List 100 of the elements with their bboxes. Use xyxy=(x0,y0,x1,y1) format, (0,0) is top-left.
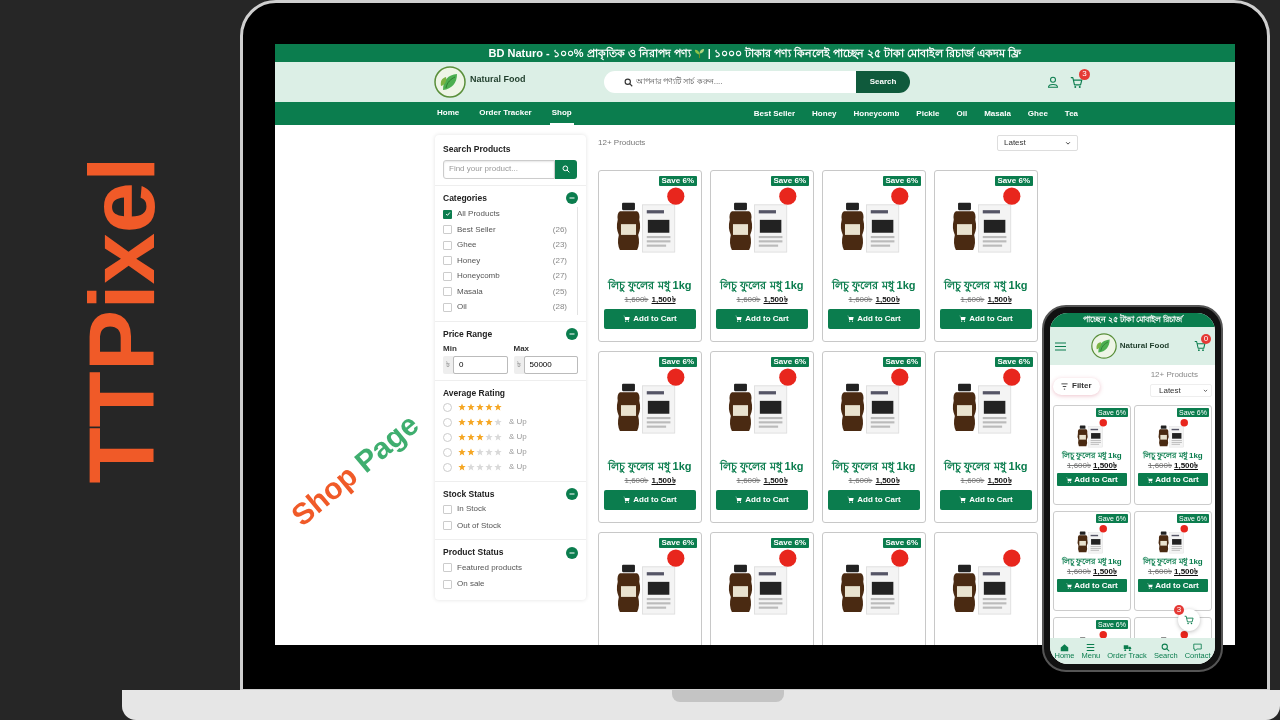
cart-icon xyxy=(1066,582,1073,589)
discount-badge: Save 6% xyxy=(658,357,697,367)
old-price: 1,600৳ xyxy=(624,474,649,487)
add-to-cart-button[interactable]: Add to Cart xyxy=(1057,579,1127,592)
checkbox[interactable] xyxy=(443,504,452,514)
price: 1,500৳ xyxy=(1093,568,1118,576)
nav-link[interactable]: Honeycomb xyxy=(853,107,900,120)
cart-icon xyxy=(623,496,631,504)
checkbox[interactable] xyxy=(443,579,452,589)
old-price: 1,600৳ xyxy=(624,293,649,306)
nav-link[interactable]: Ghee xyxy=(1027,107,1048,120)
checkbox[interactable] xyxy=(443,302,452,312)
collapse-toggle-icon[interactable] xyxy=(566,546,578,559)
add-to-cart-button[interactable]: Add to Cart xyxy=(1138,473,1208,486)
price: 1,500৳ xyxy=(1174,568,1199,576)
sort-dropdown[interactable]: Latest xyxy=(1150,384,1212,397)
checkbox[interactable] xyxy=(443,240,452,250)
nav-link[interactable]: Pickle xyxy=(916,107,940,120)
cart-icon xyxy=(847,496,855,504)
nav-link[interactable]: Oil xyxy=(956,107,968,120)
checkbox[interactable] xyxy=(443,209,452,219)
brand-title: TTPixel xyxy=(76,156,168,484)
checkbox[interactable] xyxy=(443,287,452,297)
old-price: 1,600৳ xyxy=(960,474,985,487)
option-label: Featured products xyxy=(457,561,523,574)
nav-link[interactable]: Tea xyxy=(1064,107,1079,120)
price-input[interactable]: 50000 xyxy=(523,355,578,374)
cart-badge: 0 xyxy=(1201,334,1211,344)
sort-dropdown[interactable]: Latest xyxy=(997,135,1078,151)
sprout-icon xyxy=(693,47,705,59)
add-to-cart-button[interactable]: Add to Cart xyxy=(716,489,808,510)
option-label: Masala xyxy=(457,285,484,298)
search-input[interactable]: Find your product... xyxy=(443,159,555,179)
announcement-text: | ১০০০ টাকার পণ্য কিনলেই পাচ্ছেন ২৫ টাকা মোবাইল রিচার্জ একদম ফ্রি xyxy=(707,45,1022,61)
option-label: Ghee xyxy=(457,239,478,252)
discount-badge: Save 6% xyxy=(882,357,921,367)
section-title: Price Range xyxy=(443,328,493,341)
option-count: (25) xyxy=(552,285,567,298)
old-price: 1,600৳ xyxy=(848,474,873,487)
option-count: (27) xyxy=(552,270,567,283)
checkbox[interactable] xyxy=(443,271,452,281)
nav-link[interactable]: Home xyxy=(435,102,462,125)
menu-button[interactable] xyxy=(1055,341,1066,351)
search-button[interactable] xyxy=(555,159,577,179)
nav-link[interactable]: Best Seller xyxy=(753,107,796,120)
rating-suffix: & Up xyxy=(509,416,527,428)
product-name: লিচু ফুলের মধু 1kg xyxy=(720,279,804,293)
search-button[interactable]: Search xyxy=(856,71,910,93)
nav-link[interactable]: Order Tracker xyxy=(477,102,534,125)
logo-icon xyxy=(434,66,466,98)
nav-link[interactable]: Masala xyxy=(984,107,1011,120)
product-name: লিচু ফুলের মধু 1kg xyxy=(1062,452,1122,460)
checkbox[interactable] xyxy=(443,225,452,235)
filter-icon xyxy=(1061,382,1068,390)
option-count: (26) xyxy=(552,223,567,236)
section-title: Average Rating xyxy=(443,386,506,400)
product-name: লিচু ফুলের মধু 1kg xyxy=(944,279,1028,293)
checkbox[interactable] xyxy=(443,256,452,266)
cart-icon xyxy=(735,315,743,323)
add-to-cart-button[interactable]: Add to Cart xyxy=(828,308,920,329)
add-to-cart-button[interactable]: Add to Cart xyxy=(716,308,808,329)
collapse-toggle-icon[interactable] xyxy=(566,328,578,341)
cart-icon xyxy=(1194,340,1206,352)
rating-suffix: & Up xyxy=(509,431,527,443)
product-name: লিচু ফুলের মধু 1kg xyxy=(1143,452,1203,460)
checkbox[interactable] xyxy=(443,563,452,573)
add-to-cart-button[interactable]: Add to Cart xyxy=(940,489,1032,510)
checkbox[interactable] xyxy=(443,521,452,530)
nav-link[interactable]: Shop xyxy=(549,102,574,125)
search-field[interactable]: আপনার পণ্যটি সার্চ করুন.... Search xyxy=(604,71,910,93)
collapse-toggle-icon[interactable] xyxy=(566,487,578,500)
filter-button[interactable]: Filter xyxy=(1053,377,1100,395)
old-price: 1,600৳ xyxy=(1066,462,1091,470)
product-name: লিচু ফুলের মধু 1kg xyxy=(1062,558,1122,566)
cart-icon xyxy=(735,496,743,504)
caret-icon xyxy=(1203,388,1208,393)
option-count: (28) xyxy=(552,301,567,314)
price: 1,500৳ xyxy=(763,474,788,487)
filled-star-icon xyxy=(458,463,466,471)
nav-link[interactable]: Honey xyxy=(812,107,837,120)
search-icon xyxy=(624,77,633,87)
price-input[interactable]: 0 xyxy=(453,355,508,374)
add-to-cart-button[interactable]: Add to Cart xyxy=(604,308,696,329)
add-to-cart-button[interactable]: Add to Cart xyxy=(828,489,920,510)
discount-badge: Save 6% xyxy=(770,176,809,186)
chat-icon xyxy=(1193,642,1203,652)
cart-icon xyxy=(623,315,631,323)
old-price: 1,600৳ xyxy=(960,293,985,306)
announcement-text: পাচ্ছেন ২৫ টাকা মোবাইল রিচার্জ xyxy=(1082,314,1183,326)
option-label: Best Seller xyxy=(457,223,497,236)
add-to-cart-button[interactable]: Add to Cart xyxy=(1057,473,1127,486)
currency-label: ৳ xyxy=(515,358,522,371)
add-to-cart-button[interactable]: Add to Cart xyxy=(1138,579,1208,592)
logo-icon xyxy=(1090,333,1117,359)
add-to-cart-button[interactable]: Add to Cart xyxy=(940,308,1032,329)
add-to-cart-button[interactable]: Add to Cart xyxy=(604,489,696,510)
cart-icon xyxy=(847,315,855,323)
price: 1,500৳ xyxy=(987,474,1012,487)
product-count: 12+ Products xyxy=(598,137,646,149)
collapse-toggle-icon[interactable] xyxy=(566,192,578,205)
